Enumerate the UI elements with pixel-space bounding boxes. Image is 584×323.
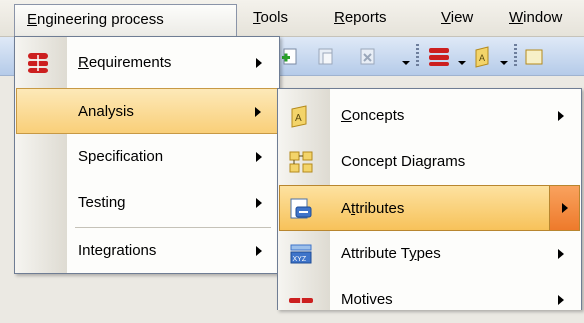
- svg-text:A: A: [295, 113, 302, 124]
- menu-window-rest: indow: [523, 9, 563, 26]
- menu-tools-accel: T: [253, 9, 261, 26]
- concept-dropdown-arrow[interactable]: [500, 61, 508, 65]
- menu-tools-rest: ools: [260, 9, 289, 26]
- pasted-document-icon[interactable]: [318, 47, 336, 71]
- submenu-item-attribute-types-pre: Attribute T: [341, 245, 410, 262]
- submenu-item-attribute-types[interactable]: XYZ Attribute Types: [279, 231, 580, 277]
- submenu-arrow: [558, 249, 564, 259]
- menu-reports[interactable]: Reports: [334, 0, 387, 36]
- submenu-item-attributes-pre: A: [341, 200, 352, 217]
- delete-document-icon[interactable]: [360, 47, 378, 71]
- concept-network-icon[interactable]: [426, 47, 452, 71]
- submenu-item-attributes[interactable]: Attributes: [279, 185, 580, 231]
- submenu-item-concepts[interactable]: A Concepts: [279, 93, 580, 139]
- submenu-item-concept-diagrams[interactable]: Concept Diagrams: [279, 139, 580, 185]
- add-document-icon[interactable]: [282, 47, 300, 71]
- submenu-item-motives[interactable]: Motives: [279, 277, 580, 323]
- menu-item-requirements-label: Requirements: [78, 40, 171, 86]
- toolbar-grip[interactable]: [416, 44, 419, 68]
- menu-item-analysis-label: Analysis: [78, 103, 134, 120]
- submenu-arrow: [256, 58, 262, 68]
- submenu-item-attributes-label: Attributes: [341, 186, 404, 232]
- svg-text:A: A: [479, 53, 485, 63]
- submenu-item-attributes-rest: tributes: [355, 200, 405, 217]
- menu-view[interactable]: View: [441, 0, 473, 36]
- submenu-arrow: [558, 111, 564, 121]
- submenu-arrow: [558, 295, 564, 305]
- menu-view-accel: V: [441, 9, 451, 26]
- concept-diagrams-icon: [289, 150, 313, 174]
- engineering-process-menu: Requirements Analysis Specification Test…: [14, 36, 280, 274]
- menu-engineering-process[interactable]: Engineering process: [14, 4, 237, 36]
- submenu-arrow: [256, 246, 262, 256]
- menu-engineering-process-accel: E: [27, 11, 38, 28]
- submenu-item-attribute-types-label: Attribute Types: [341, 231, 441, 277]
- toolbar-dropdown-arrow[interactable]: [402, 61, 410, 65]
- concepts-icon: A: [289, 104, 313, 128]
- submenu-arrow: [255, 107, 261, 117]
- motives-icon: [289, 288, 313, 312]
- submenu-item-concept-diagrams-label: Concept Diagrams: [341, 153, 466, 170]
- submenu-item-concepts-label: Concepts: [341, 93, 404, 139]
- submenu-item-concepts-rest: oncepts: [351, 107, 405, 124]
- submenu-arrow: [562, 203, 568, 213]
- menu-item-requirements-accel: R: [78, 54, 89, 71]
- menu-view-rest: iew: [450, 9, 474, 26]
- menu-reports-accel: R: [334, 9, 345, 26]
- menu-item-integrations-label: Integrations: [78, 242, 157, 259]
- submenu-arrow: [256, 152, 262, 162]
- submenu-item-concepts-accel: C: [341, 107, 352, 124]
- menu-tools[interactable]: Tools: [253, 0, 288, 36]
- menu-item-requirements[interactable]: Requirements: [16, 40, 278, 86]
- menu-window-accel: W: [509, 9, 524, 26]
- attributes-icon: [289, 197, 313, 221]
- submenu-item-motives-label: Motives: [341, 291, 393, 308]
- submenu-item-attribute-types-accel: y: [409, 245, 417, 262]
- requirements-icon: [26, 51, 50, 75]
- svg-text:XYZ: XYZ: [293, 256, 307, 263]
- submenu-arrow-box[interactable]: [549, 186, 579, 230]
- menu-window[interactable]: Window: [509, 0, 562, 36]
- menu-reports-rest: eports: [344, 9, 387, 26]
- toolbar-button-more[interactable]: [524, 47, 544, 71]
- menu-item-requirements-rest: equirements: [88, 54, 172, 71]
- analysis-submenu: A Concepts Concept Diagrams Attributes X…: [277, 88, 582, 310]
- toolbar-grip-2[interactable]: [514, 44, 517, 68]
- submenu-arrow: [256, 198, 262, 208]
- menu-item-integrations[interactable]: Integrations: [16, 228, 278, 274]
- menu-item-testing-label: Testing: [78, 194, 126, 211]
- concept-network-dropdown-arrow[interactable]: [458, 61, 466, 65]
- menu-item-specification[interactable]: Specification: [16, 134, 278, 180]
- concept-icon[interactable]: A: [474, 46, 494, 72]
- menu-bar: Engineering process Tools Reports View W…: [0, 0, 584, 37]
- menu-engineering-process-label: ngineering process: [37, 11, 164, 28]
- submenu-item-attribute-types-rest: pes: [416, 245, 441, 262]
- menu-item-specification-label: Specification: [78, 148, 164, 165]
- attribute-types-icon: XYZ: [289, 242, 313, 266]
- menu-item-testing[interactable]: Testing: [16, 180, 278, 226]
- menu-item-analysis[interactable]: Analysis: [16, 88, 278, 134]
